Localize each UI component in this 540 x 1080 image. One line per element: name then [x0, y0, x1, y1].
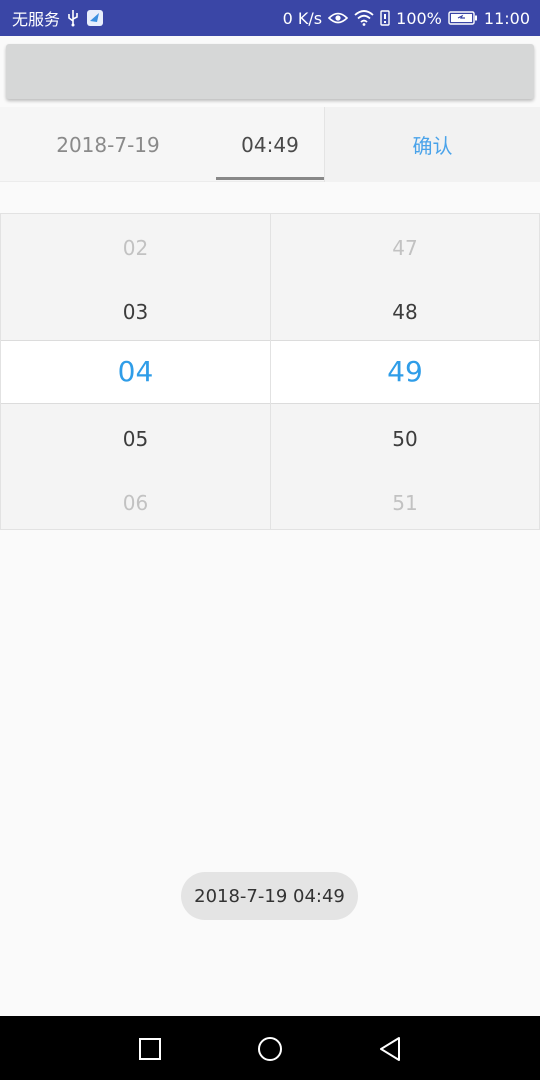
- battery-icon: [448, 11, 478, 25]
- hour-selected[interactable]: 04: [1, 358, 270, 386]
- battery-percent: 100%: [396, 8, 442, 28]
- eye-icon: [328, 11, 349, 25]
- top-button-bar[interactable]: [6, 44, 534, 99]
- carrier-text: 无服务: [12, 10, 61, 29]
- toast-text: 2018-7-19 04:49: [194, 885, 345, 907]
- minute-selected[interactable]: 49: [271, 358, 539, 386]
- hour-option[interactable]: 02: [1, 238, 270, 258]
- signal-icon: [380, 10, 390, 26]
- tab-time[interactable]: 04:49: [216, 107, 324, 182]
- recent-apps-icon[interactable]: [137, 1036, 163, 1062]
- time-picker: 02 03 04 05 06 47 48 49 50 51: [0, 213, 540, 530]
- toast-message: 2018-7-19 04:49: [181, 872, 358, 920]
- hour-wheel[interactable]: 02 03 04 05 06: [0, 214, 270, 529]
- minute-option[interactable]: 51: [271, 493, 539, 513]
- status-bar: 无服务 0 K/s 100% 11:00: [0, 0, 540, 36]
- hour-option[interactable]: 05: [1, 429, 270, 449]
- tab-date-label: 2018-7-19: [56, 132, 160, 157]
- usb-icon: [66, 9, 80, 27]
- tab-time-label: 04:49: [241, 132, 299, 157]
- tab-bar: 2018-7-19 04:49 确认: [0, 107, 540, 182]
- hour-option[interactable]: 06: [1, 493, 270, 513]
- minute-option[interactable]: 48: [271, 302, 539, 322]
- app-icon: [86, 9, 104, 27]
- home-icon[interactable]: [257, 1036, 283, 1062]
- confirm-button[interactable]: 确认: [324, 107, 540, 182]
- hour-option[interactable]: 03: [1, 302, 270, 322]
- wifi-icon: [354, 10, 374, 26]
- back-icon[interactable]: [377, 1036, 403, 1062]
- tab-indicator: [216, 177, 324, 180]
- clock: 11:00: [483, 8, 530, 28]
- minute-option[interactable]: 47: [271, 238, 539, 258]
- tab-date[interactable]: 2018-7-19: [0, 107, 216, 182]
- minute-wheel[interactable]: 47 48 49 50 51: [270, 214, 540, 529]
- network-speed: 0 K/s: [282, 8, 323, 28]
- minute-option[interactable]: 50: [271, 429, 539, 449]
- navigation-bar: [0, 1016, 540, 1080]
- confirm-label: 确认: [412, 134, 453, 158]
